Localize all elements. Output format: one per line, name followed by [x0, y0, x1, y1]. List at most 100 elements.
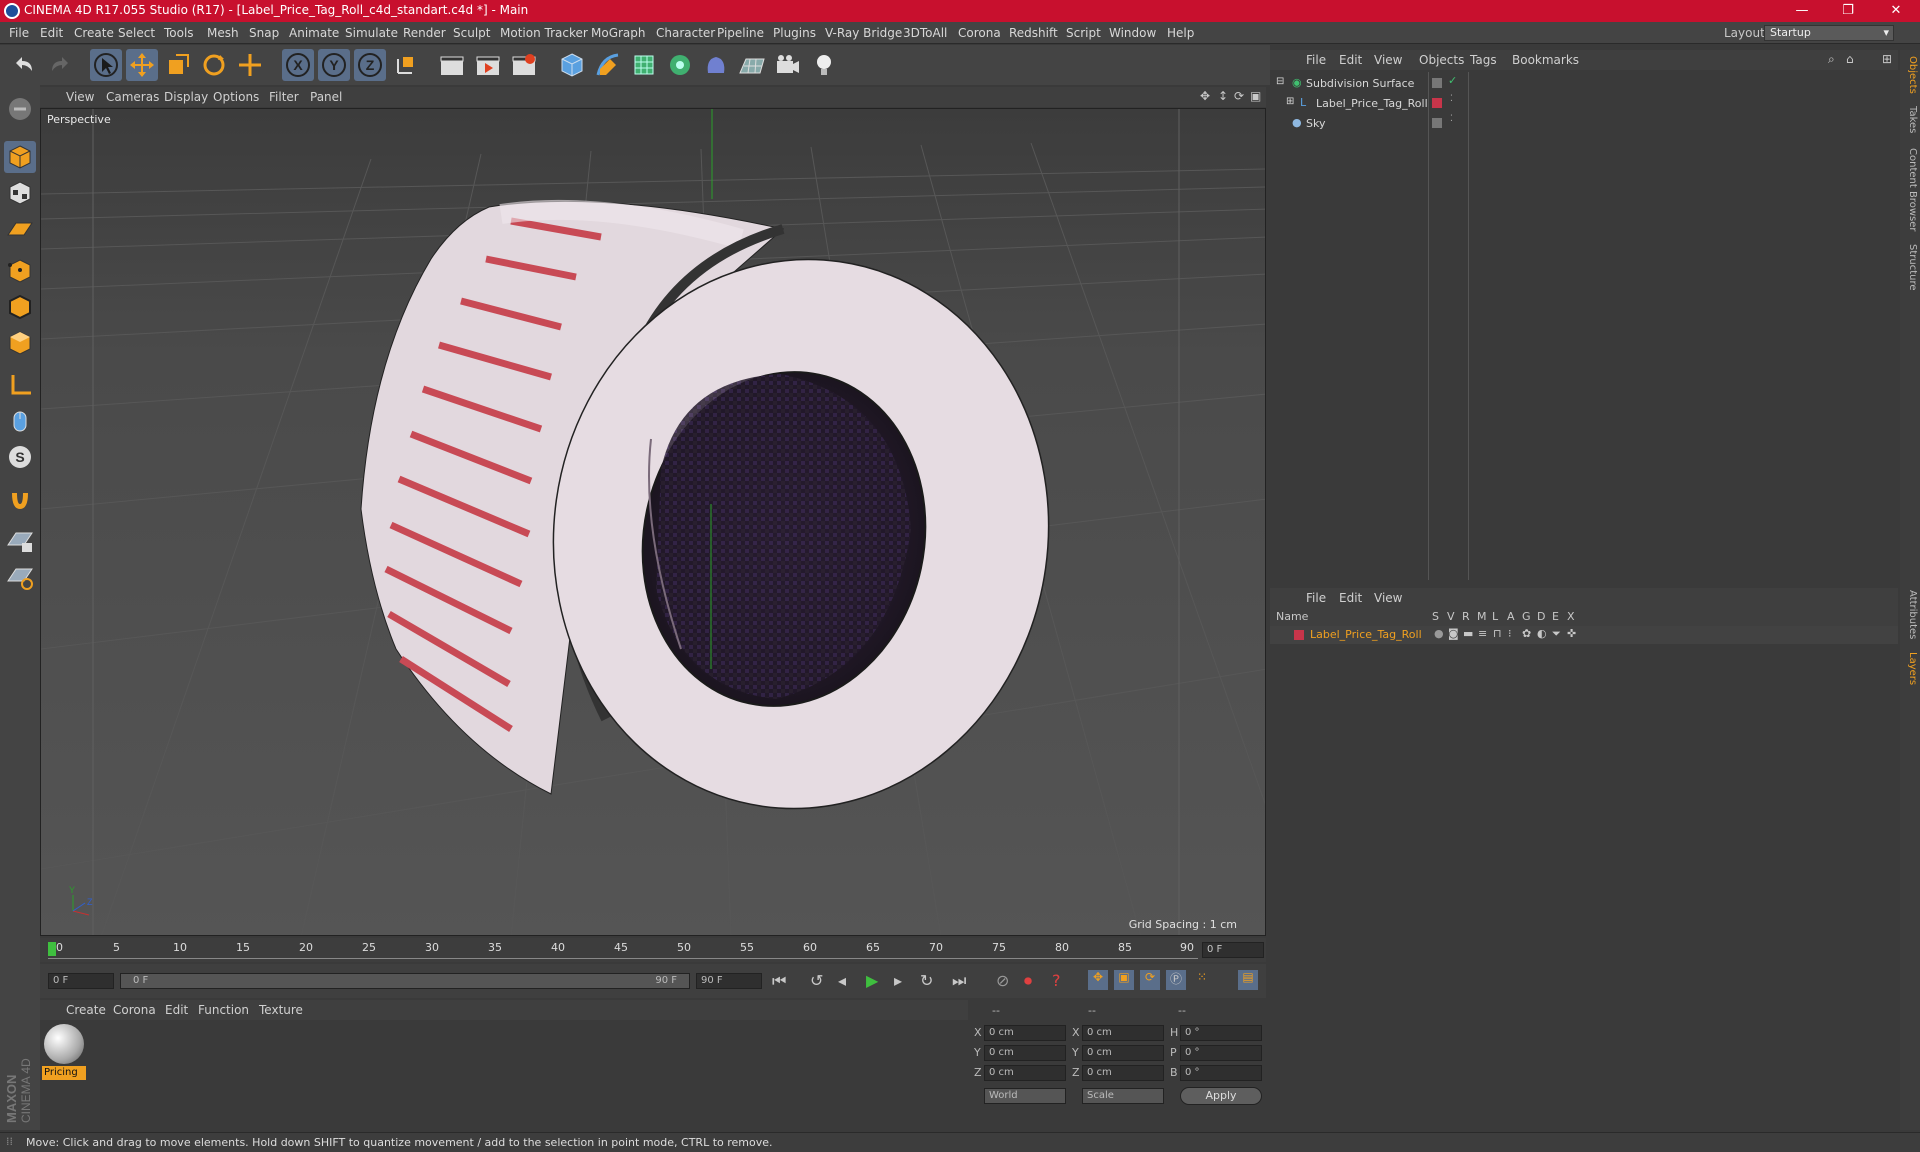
manager-toggle-icon[interactable]: ≡: [1478, 627, 1487, 640]
rotation-h-field[interactable]: 0 °: [1180, 1025, 1262, 1041]
viewport-menu-options[interactable]: Options: [213, 90, 259, 104]
apply-button[interactable]: Apply: [1180, 1087, 1262, 1105]
object-row-label-price-tag-roll[interactable]: ⊞ L Label_Price_Tag_Roll ⁚: [1270, 94, 1898, 114]
layer-col-locked[interactable]: L: [1492, 610, 1498, 623]
menu-window[interactable]: Window: [1109, 26, 1156, 40]
menu-file[interactable]: File: [9, 26, 29, 40]
workplane-button[interactable]: [4, 213, 36, 245]
new-view-icon[interactable]: ⊞: [1882, 52, 1892, 66]
obj-menu-view[interactable]: View: [1374, 53, 1402, 67]
menu-corona[interactable]: Corona: [958, 26, 1001, 40]
last-tool-button[interactable]: [234, 49, 266, 81]
animation-toggle-icon[interactable]: ⁝: [1508, 627, 1512, 640]
play-icon[interactable]: ▶: [866, 971, 878, 990]
key-pla-icon[interactable]: ⁙: [1192, 970, 1212, 990]
layer-name[interactable]: Label_Price_Tag_Roll: [1310, 628, 1422, 641]
size-z-field[interactable]: 0 cm: [1082, 1065, 1164, 1081]
menu-snap[interactable]: Snap: [249, 26, 279, 40]
collapse-icon[interactable]: ⊟: [1276, 76, 1284, 87]
undo-button[interactable]: [8, 49, 40, 81]
previous-key-icon[interactable]: ↺: [810, 971, 823, 990]
expressions-toggle-icon[interactable]: ⏷: [1552, 627, 1561, 641]
viewport-menu-view[interactable]: View: [66, 90, 94, 104]
magnet-button[interactable]: [4, 483, 36, 515]
menu-character[interactable]: Character: [656, 26, 715, 40]
obj-menu-bookmarks[interactable]: Bookmarks: [1512, 53, 1579, 67]
menu-render[interactable]: Render: [403, 26, 446, 40]
deformers-toggle-icon[interactable]: ◐: [1537, 627, 1547, 640]
obj-menu-file[interactable]: File: [1306, 53, 1326, 67]
viewport-zoom-icon[interactable]: ↕: [1218, 89, 1228, 103]
size-y-field[interactable]: 0 cm: [1082, 1045, 1164, 1061]
keyframe-help-icon[interactable]: ?: [1052, 971, 1061, 990]
layer-menu-file[interactable]: File: [1306, 591, 1326, 605]
menu-simulate[interactable]: Simulate: [345, 26, 398, 40]
floor-button[interactable]: [736, 49, 768, 81]
move-tool-button[interactable]: [126, 49, 158, 81]
maximize-button[interactable]: ❐: [1826, 0, 1870, 22]
scale-tool-button[interactable]: [162, 49, 194, 81]
menu-sculpt[interactable]: Sculpt: [453, 26, 490, 40]
obj-menu-objects[interactable]: Objects: [1419, 53, 1464, 67]
menu-script[interactable]: Script: [1066, 26, 1101, 40]
xref-toggle-icon[interactable]: ✜: [1567, 627, 1576, 640]
layer-color-icon[interactable]: [1432, 118, 1442, 128]
live-selection-button[interactable]: [90, 49, 122, 81]
subdivision-surface-button[interactable]: [628, 49, 660, 81]
home-icon[interactable]: ⌂: [1846, 52, 1854, 66]
menu-redshift[interactable]: Redshift: [1009, 26, 1058, 40]
viewport-menu-panel[interactable]: Panel: [310, 90, 342, 104]
timeline-window-icon[interactable]: ▤: [1238, 970, 1258, 990]
menu-pipeline[interactable]: Pipeline: [717, 26, 764, 40]
menu-motion-tracker[interactable]: Motion Tracker: [500, 26, 588, 40]
camera-button[interactable]: [772, 49, 804, 81]
texture-mode-button[interactable]: [4, 177, 36, 209]
autokey-icon[interactable]: ⏺: [1024, 971, 1032, 991]
tab-attributes[interactable]: Attributes: [1902, 590, 1918, 639]
rotation-b-field[interactable]: 0 °: [1180, 1065, 1262, 1081]
cube-button[interactable]: [556, 49, 588, 81]
go-to-start-icon[interactable]: ⏮: [772, 971, 786, 991]
position-z-field[interactable]: 0 cm: [984, 1065, 1066, 1081]
layer-col-manager[interactable]: M: [1477, 610, 1487, 623]
object-row-subdivision-surface[interactable]: ⊟ ◉ Subdivision Surface ✓: [1270, 74, 1898, 94]
y-axis-lock-button[interactable]: Y: [318, 49, 350, 81]
layer-col-generators[interactable]: G: [1522, 610, 1531, 623]
layer-col-animation[interactable]: A: [1507, 610, 1515, 623]
viewport-rotate-icon[interactable]: ⟳: [1234, 89, 1244, 103]
lock-toggle-icon[interactable]: ⊓: [1493, 627, 1502, 640]
size-mode-dropdown[interactable]: Scale: [1082, 1088, 1164, 1104]
minimize-button[interactable]: —: [1780, 0, 1824, 22]
render-settings-button[interactable]: [508, 49, 540, 81]
menu-plugins[interactable]: Plugins: [773, 26, 816, 40]
viewport-menu-cameras[interactable]: Cameras: [106, 90, 159, 104]
viewport-menu-filter[interactable]: Filter: [269, 90, 299, 104]
generators-toggle-icon[interactable]: ✿: [1522, 627, 1531, 640]
menu-3dtoall[interactable]: 3DToAll: [903, 26, 947, 40]
z-axis-lock-button[interactable]: Z: [354, 49, 386, 81]
layout-dropdown[interactable]: Startup ▾: [1764, 25, 1894, 41]
layer-color-icon[interactable]: [1294, 630, 1304, 640]
points-mode-button[interactable]: [4, 255, 36, 287]
layer-row[interactable]: Label_Price_Tag_Roll ● ◙ ▬ ≡ ⊓ ⁝ ✿ ◐ ⏷ ✜: [1270, 626, 1898, 644]
menu-mograph[interactable]: MoGraph: [591, 26, 646, 40]
render-view-button[interactable]: [436, 49, 468, 81]
material-swatch[interactable]: Pricing: [42, 1022, 86, 1080]
coordinate-system-button[interactable]: [390, 49, 422, 81]
mat-menu-edit[interactable]: Edit: [165, 1003, 188, 1017]
next-frame-icon[interactable]: ▸: [894, 971, 902, 990]
tweak-mode-button[interactable]: [4, 405, 36, 437]
go-to-end-icon[interactable]: ⏭: [952, 971, 966, 991]
menu-create[interactable]: Create: [74, 26, 114, 40]
solo-toggle-icon[interactable]: ●: [1434, 627, 1444, 640]
frame-range-slider[interactable]: 0 F 90 F: [120, 973, 690, 989]
make-editable-button[interactable]: [4, 93, 36, 125]
rotate-tool-button[interactable]: [198, 49, 230, 81]
render-toggle-icon[interactable]: ▬: [1463, 627, 1473, 640]
record-keys-icon[interactable]: ⊘: [996, 971, 1009, 990]
layer-color-icon[interactable]: [1432, 98, 1442, 108]
next-key-icon[interactable]: ↻: [920, 971, 933, 990]
layer-col-solo[interactable]: S: [1432, 610, 1439, 623]
cloner-button[interactable]: [664, 49, 696, 81]
current-frame-field[interactable]: 0 F: [1202, 942, 1264, 958]
